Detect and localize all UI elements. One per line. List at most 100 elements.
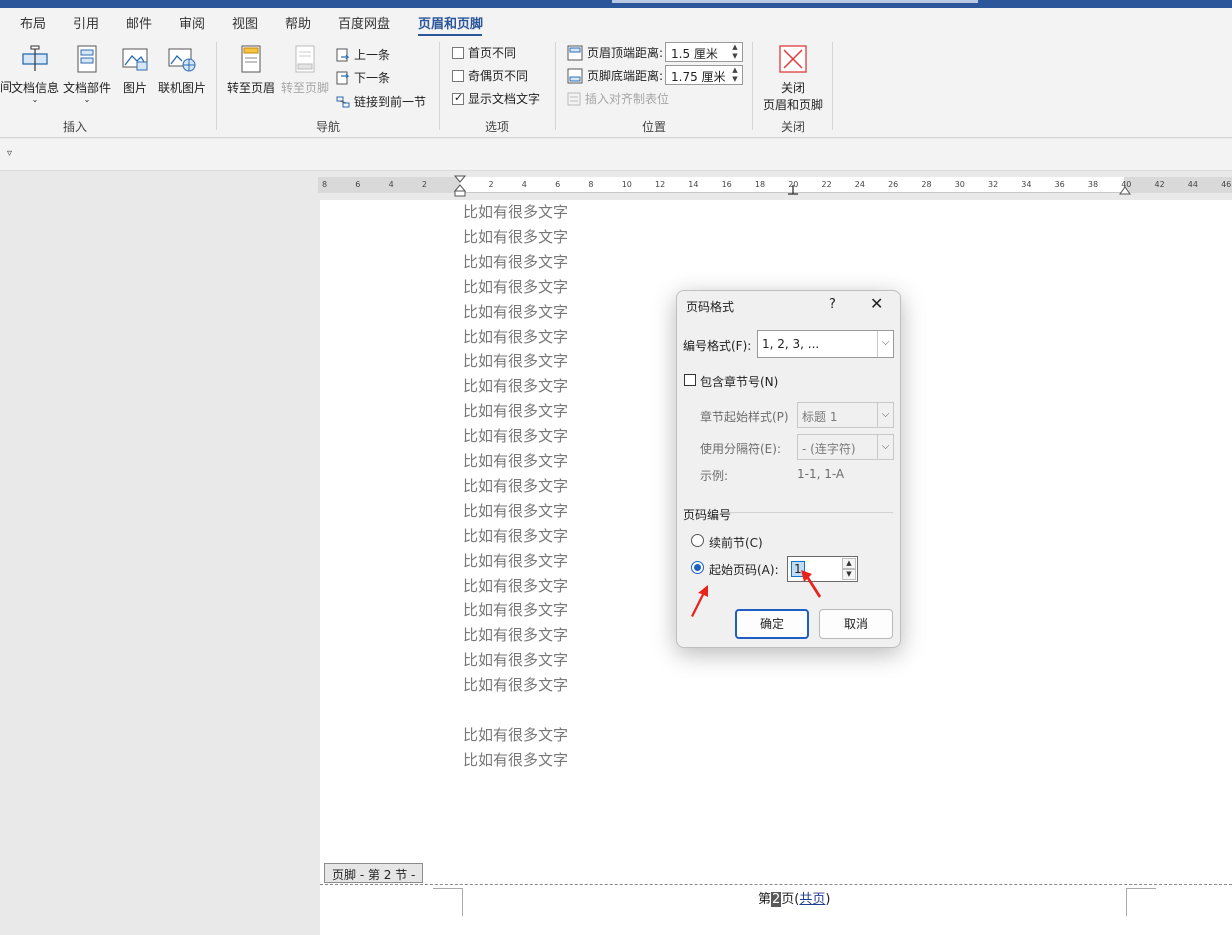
online-picture-icon: [168, 48, 196, 72]
body-text-line: 比如有很多文字: [463, 676, 569, 695]
ruler-tick-label: 28: [921, 180, 932, 189]
footer-page-number-text[interactable]: 第2页(共页): [758, 888, 830, 907]
document-parts-icon: [77, 45, 97, 73]
ribbon-tab-bar: 布局 引用 邮件 审阅 视图 帮助 百度网盘 页眉和页脚: [0, 8, 1232, 36]
checkbox-checked[interactable]: [452, 91, 464, 105]
ruler-tick-label: 38: [1087, 180, 1099, 189]
group-divider: [555, 42, 556, 130]
spin-down-icon[interactable]: ▼: [842, 569, 856, 580]
first-page-different-checkbox[interactable]: 首页不同: [452, 44, 516, 61]
previous-icon: [336, 48, 350, 61]
insert-group-label: 插入: [63, 120, 88, 134]
right-indent-marker-icon[interactable]: [1119, 183, 1131, 195]
chapter-style-label: 章节起始样式(P): [700, 410, 789, 424]
close-header-footer-button[interactable]: 关闭 页眉和页脚: [758, 44, 828, 113]
ruler-tick-label: 2: [488, 180, 494, 189]
body-text-line: 比如有很多文字: [463, 526, 569, 545]
body-text-line: 比如有很多文字: [463, 402, 569, 421]
chevron-down-icon: ⌵: [877, 435, 893, 459]
date-time-button[interactable]: [0, 46, 8, 74]
include-chapter-checkbox[interactable]: [684, 374, 696, 386]
tab-view[interactable]: 视图: [232, 13, 258, 32]
ruler-tick-label: 46: [1221, 180, 1232, 189]
continue-radio[interactable]: [691, 534, 704, 547]
picture-icon: [122, 48, 148, 71]
ruler-tick-label: 4: [388, 180, 394, 189]
indent-marker-icon[interactable]: [454, 175, 466, 197]
previous-section-button[interactable]: 上一条: [336, 46, 390, 63]
group-divider: [832, 42, 833, 130]
alignment-tab-icon: [567, 92, 581, 105]
header-distance-spinner[interactable]: 1.5 厘米 ▲ ▼: [665, 42, 743, 62]
ribbon: 间 文档信息 ⌄ 文档部件 ⌄ 图片 联机图片 插入 转至页眉 转至页脚 上一条…: [0, 36, 1232, 138]
body-text-line: 比如有很多文字: [463, 352, 569, 371]
document-info-button[interactable]: 文档信息 ⌄: [10, 44, 60, 104]
footer-distance-spinner[interactable]: 1.75 厘米 ▲ ▼: [665, 65, 743, 85]
annotation-arrow-icon: [691, 585, 708, 617]
next-section-button[interactable]: 下一条: [336, 69, 390, 86]
body-text-line: 比如有很多文字: [463, 302, 569, 321]
spin-up-icon[interactable]: ▲: [842, 558, 856, 569]
help-icon[interactable]: ?: [829, 297, 836, 312]
body-text-line: 比如有很多文字: [463, 327, 569, 346]
checkbox[interactable]: [452, 69, 464, 82]
center-tab-icon[interactable]: [788, 185, 798, 195]
link-icon: [336, 96, 350, 107]
show-document-text-checkbox[interactable]: 显示文档文字: [452, 90, 540, 107]
search-box[interactable]: [612, 0, 978, 3]
document-parts-button[interactable]: 文档部件 ⌄: [62, 44, 112, 104]
customize-toolbar-chevron-icon[interactable]: ▿: [7, 148, 12, 159]
ok-button[interactable]: 确定: [735, 609, 809, 639]
ruler-tick-label: 24: [854, 180, 865, 189]
body-text-line: 比如有很多文字: [463, 252, 569, 271]
online-picture-button[interactable]: 联机图片: [156, 44, 208, 96]
page-number-field[interactable]: 2: [771, 892, 782, 907]
body-text-line: 比如有很多文字: [463, 203, 569, 221]
goto-header-button[interactable]: 转至页眉: [224, 44, 278, 96]
tab-help[interactable]: 帮助: [285, 13, 311, 32]
ruler-right-margin: [1124, 177, 1232, 193]
horizontal-ruler[interactable]: 8 6 4 2 2 4 6 8 10 12 14 16 18 20 22 24 26 28 30 32 34 36 38 40…: [318, 175, 1232, 197]
odd-even-different-checkbox[interactable]: 奇偶页不同: [452, 67, 528, 84]
goto-header-icon: [241, 45, 261, 73]
insert-alignment-tab-button: 插入对齐制表位: [567, 90, 669, 107]
ruler-tick-label: 6: [355, 180, 361, 189]
cancel-button[interactable]: 取消: [819, 609, 893, 639]
body-text-line: 比如有很多文字: [463, 576, 569, 595]
footer-distance-label: 页脚底端距离:: [567, 67, 663, 84]
continue-label: 续前节(C): [709, 536, 763, 550]
number-format-label: 编号格式(F):: [683, 339, 752, 353]
dialog-title: 页码格式: [686, 300, 735, 314]
chevron-down-icon: ⌄: [83, 95, 91, 104]
ruler-tick-label: 16: [721, 180, 732, 189]
body-text-line: 比如有很多文字: [463, 227, 569, 246]
body-text-line: 比如有很多文字: [463, 601, 569, 620]
tab-references[interactable]: 引用: [73, 13, 99, 32]
tab-review[interactable]: 审阅: [179, 13, 205, 32]
checkbox[interactable]: [452, 46, 464, 59]
close-icon[interactable]: ✕: [870, 294, 883, 313]
picture-button[interactable]: 图片: [116, 44, 154, 96]
tab-layout[interactable]: 布局: [20, 13, 46, 32]
ruler-tick-label: 44: [1187, 180, 1198, 189]
footer-distance-icon: [567, 68, 583, 83]
ruler-tick-label: 8: [588, 180, 594, 189]
group-divider: [216, 42, 217, 130]
ruler-tick-label: 18: [754, 180, 766, 189]
tab-mailings[interactable]: 邮件: [126, 13, 152, 32]
chevron-down-icon[interactable]: ⌵: [877, 331, 893, 357]
body-text-line: 比如有很多文字: [463, 750, 569, 769]
tab-header-footer[interactable]: 页眉和页脚: [418, 13, 483, 32]
number-format-select[interactable]: 1, 2, 3, ... ⌵: [757, 330, 894, 358]
spinner-arrows-icon[interactable]: ▲ ▼: [730, 43, 740, 61]
body-text-line: 比如有很多文字: [463, 501, 569, 520]
total-pages-field[interactable]: 共页: [799, 892, 825, 907]
tab-baidu-netdisk[interactable]: 百度网盘: [338, 13, 390, 32]
ruler-tick-label: 22: [821, 180, 832, 189]
chevron-down-icon: ⌄: [31, 95, 39, 104]
body-text-line: 比如有很多文字: [463, 277, 569, 296]
crop-mark-left: [433, 888, 463, 916]
start-at-radio[interactable]: [691, 561, 704, 574]
link-to-previous-button[interactable]: 链接到前一节: [336, 93, 426, 110]
spinner-arrows-icon[interactable]: ▲ ▼: [730, 66, 740, 84]
